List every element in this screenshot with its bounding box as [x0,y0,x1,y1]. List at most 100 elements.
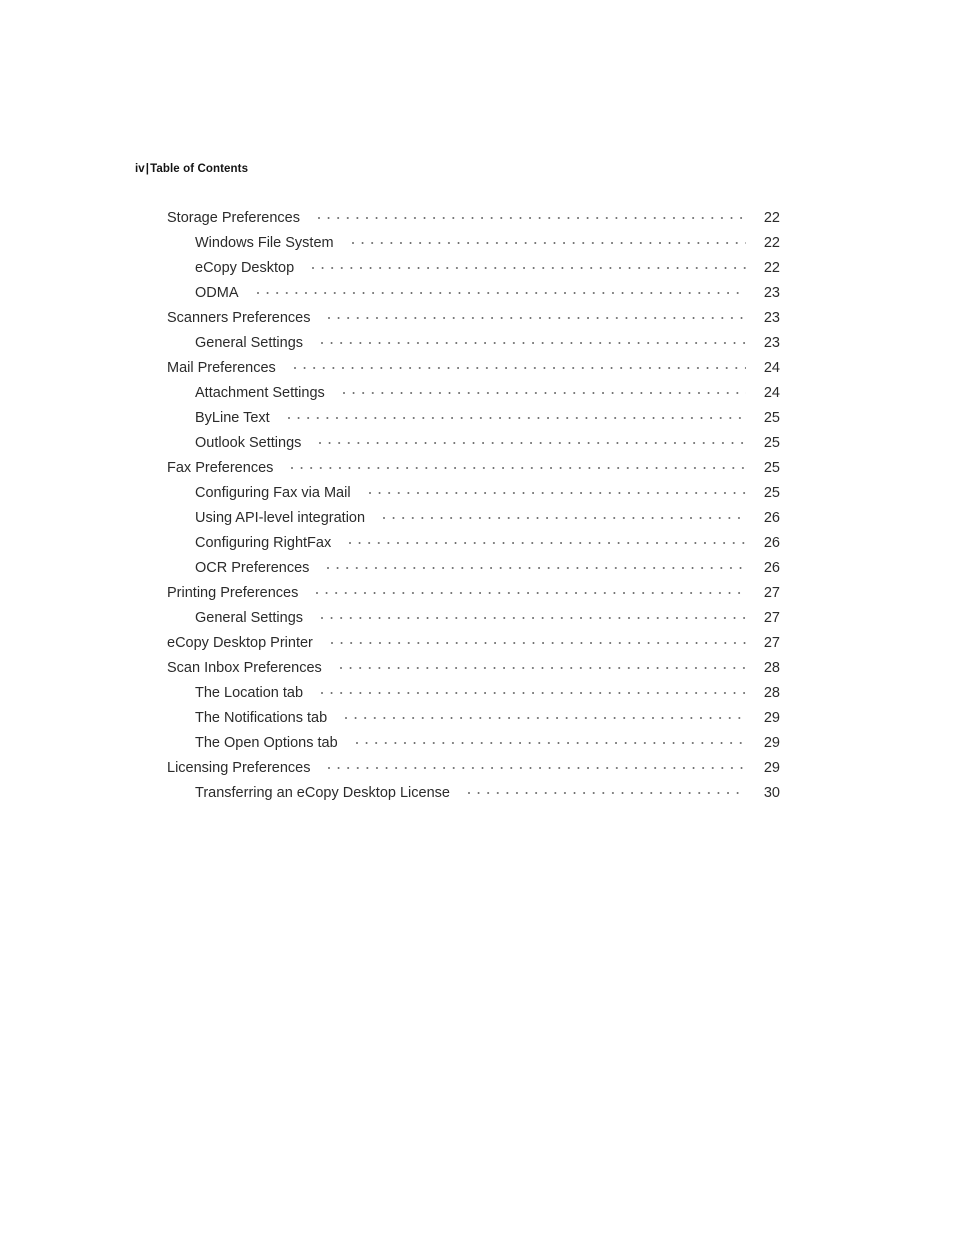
toc-entry-page-number: 25 [763,459,780,476]
toc-entry-label: The Location tab [195,684,304,701]
toc-entry-label: The Notifications tab [195,709,328,726]
toc-entry[interactable]: The Notifications tab 29 [167,707,780,732]
toc-dot-leader [293,357,746,372]
running-header-title: Table of Contents [150,163,249,175]
toc-entry[interactable]: Scan Inbox Preferences 28 [167,657,780,682]
toc-entry-label: Scan Inbox Preferences [167,659,322,676]
toc-dot-leader [312,257,746,272]
toc-entry-page-number: 26 [763,534,780,551]
toc-entry-page-number: 29 [763,734,780,751]
toc-entry-page-number: 25 [763,484,780,501]
toc-entry-page-number: 23 [763,284,780,301]
toc-dot-leader [351,232,746,247]
toc-entry-label: Using API-level integration [195,509,366,526]
toc-entry-page-number: 27 [763,609,780,626]
toc-dot-leader [291,457,746,472]
toc-entry-page-number: 24 [763,384,780,401]
document-page: iv|Table of Contents Storage Preferences… [0,0,954,1235]
toc-entry[interactable]: Fax Preferences 25 [167,457,780,482]
toc-entry-label: Attachment Settings [195,384,325,401]
toc-entry[interactable]: Mail Preferences 24 [167,357,780,382]
toc-entry-page-number: 29 [763,709,780,726]
toc-dot-leader [368,482,746,497]
toc-entry[interactable]: Transferring an eCopy Desktop License 30 [167,782,780,807]
toc-entry-label: Storage Preferences [167,209,300,226]
toc-entry-page-number: 22 [763,259,780,276]
toc-dot-leader [321,682,746,697]
toc-entry[interactable]: Windows File System 22 [167,232,780,257]
toc-entry[interactable]: The Open Options tab 29 [167,732,780,757]
toc-entry[interactable]: The Location tab 28 [167,682,780,707]
toc-entry[interactable]: Outlook Settings 25 [167,432,780,457]
toc-dot-leader [342,382,746,397]
toc-entry[interactable]: Configuring RightFax 26 [167,532,780,557]
toc-entry[interactable]: Printing Preferences 27 [167,582,780,607]
toc-entry-page-number: 26 [763,509,780,526]
toc-entry[interactable]: ByLine Text 25 [167,407,780,432]
toc-entry-page-number: 25 [763,409,780,426]
toc-entry[interactable]: Scanners Preferences 23 [167,307,780,332]
toc-entry-label: ByLine Text [195,409,270,426]
toc-entry[interactable]: Configuring Fax via Mail 25 [167,482,780,507]
toc-entry[interactable]: eCopy Desktop 22 [167,257,780,282]
toc-entry-page-number: 28 [763,659,780,676]
toc-entry-label: Scanners Preferences [167,309,311,326]
toc-dot-leader [256,282,747,297]
toc-entry[interactable]: General Settings 27 [167,607,780,632]
toc-entry[interactable]: ODMA 23 [167,282,780,307]
toc-dot-leader [383,507,746,522]
toc-entry-page-number: 27 [763,634,780,651]
toc-dot-leader [345,707,746,722]
toc-entry-label: Transferring an eCopy Desktop License [195,784,450,801]
toc-entry-page-number: 29 [763,759,780,776]
toc-entry-page-number: 22 [763,209,780,226]
toc-entry-page-number: 23 [763,309,780,326]
toc-dot-leader [316,582,746,597]
toc-entry[interactable]: eCopy Desktop Printer 27 [167,632,780,657]
toc-entry-page-number: 27 [763,584,780,601]
toc-dot-leader [349,532,746,547]
toc-entry-label: eCopy Desktop Printer [167,634,313,651]
toc-entry-page-number: 26 [763,559,780,576]
toc-entry-label: Fax Preferences [167,459,274,476]
toc-dot-leader [330,632,746,647]
toc-entry-page-number: 24 [763,359,780,376]
toc-entry[interactable]: General Settings 23 [167,332,780,357]
toc-entry-label: General Settings [195,334,304,351]
toc-dot-leader [339,657,746,672]
toc-entry-label: The Open Options tab [195,734,338,751]
toc-entry-label: ODMA [195,284,239,301]
toc-entry[interactable]: OCR Preferences 26 [167,557,780,582]
toc-entry-page-number: 22 [763,234,780,251]
toc-dot-leader [467,782,746,797]
toc-dot-leader [287,407,746,422]
toc-entry-label: Windows File System [195,234,334,251]
toc-entry-label: Licensing Preferences [167,759,311,776]
toc-entry-label: Configuring RightFax [195,534,332,551]
toc-dot-leader [328,757,746,772]
toc-dot-leader [319,432,746,447]
toc-entry-label: Mail Preferences [167,359,276,376]
toc-entry-page-number: 25 [763,434,780,451]
toc-entry[interactable]: Using API-level integration 26 [167,507,780,532]
toc-entry[interactable]: Storage Preferences 22 [167,207,780,232]
toc-dot-leader [318,207,746,222]
toc-dot-leader [321,607,746,622]
toc-entry-label: Printing Preferences [167,584,299,601]
toc-entry-page-number: 28 [763,684,780,701]
toc-entry-page-number: 30 [763,784,780,801]
toc-dot-leader [328,307,746,322]
toc-entry-label: eCopy Desktop [195,259,295,276]
toc-entry[interactable]: Licensing Preferences 29 [167,757,780,782]
toc-entry-page-number: 23 [763,334,780,351]
toc-dot-leader [355,732,746,747]
toc-dot-leader [321,332,746,347]
toc-entry-label: Configuring Fax via Mail [195,484,351,501]
running-header: iv|Table of Contents [135,163,248,175]
toc-entry-label: General Settings [195,609,304,626]
toc-dot-leader [327,557,746,572]
running-header-page-label: iv [135,163,145,175]
table-of-contents-list: Storage Preferences 22 Windows File System… [167,207,780,807]
toc-entry[interactable]: Attachment Settings 24 [167,382,780,407]
toc-entry-label: Outlook Settings [195,434,302,451]
